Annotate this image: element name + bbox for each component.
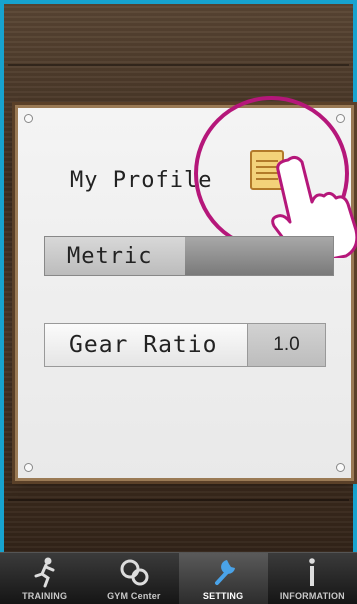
screw-icon [336,463,345,472]
gear-ratio-value[interactable]: 1.0 [248,323,326,367]
metric-label: Metric [45,237,185,275]
wood-plank-divider [8,499,349,501]
screw-icon [336,114,345,123]
tab-information[interactable]: INFORMATION [268,553,357,604]
my-profile-label: My Profile [70,168,213,193]
runner-icon [34,557,55,588]
metric-toggle-row[interactable]: Metric [44,236,334,276]
wood-plank-divider [8,64,349,66]
tab-label: INFORMATION [279,591,345,601]
tab-training[interactable]: TRAINING [0,553,89,604]
app-background: My Profile Metric Gear Ratio 1.0 [0,0,357,603]
gear-ratio-button[interactable]: Gear Ratio [44,323,248,367]
tab-setting[interactable]: SETTING [178,553,268,604]
tab-label: SETTING [202,591,244,601]
screw-icon [24,114,33,123]
tab-label: GYM Center [107,591,161,601]
info-icon [309,558,316,586]
gym-center-icon [120,559,149,586]
screw-icon [24,463,33,472]
metric-toggle-switch[interactable] [185,237,333,275]
wrench-icon [215,560,236,585]
tab-gym-center[interactable]: GYM Center [89,553,178,604]
gear-ratio-row[interactable]: Gear Ratio 1.0 [44,323,326,367]
bottom-tab-bar: TRAINING GYM Center SETTING INFORMATION [0,552,357,604]
tab-label: TRAINING [22,591,68,601]
settings-board: My Profile Metric Gear Ratio 1.0 [18,96,357,478]
